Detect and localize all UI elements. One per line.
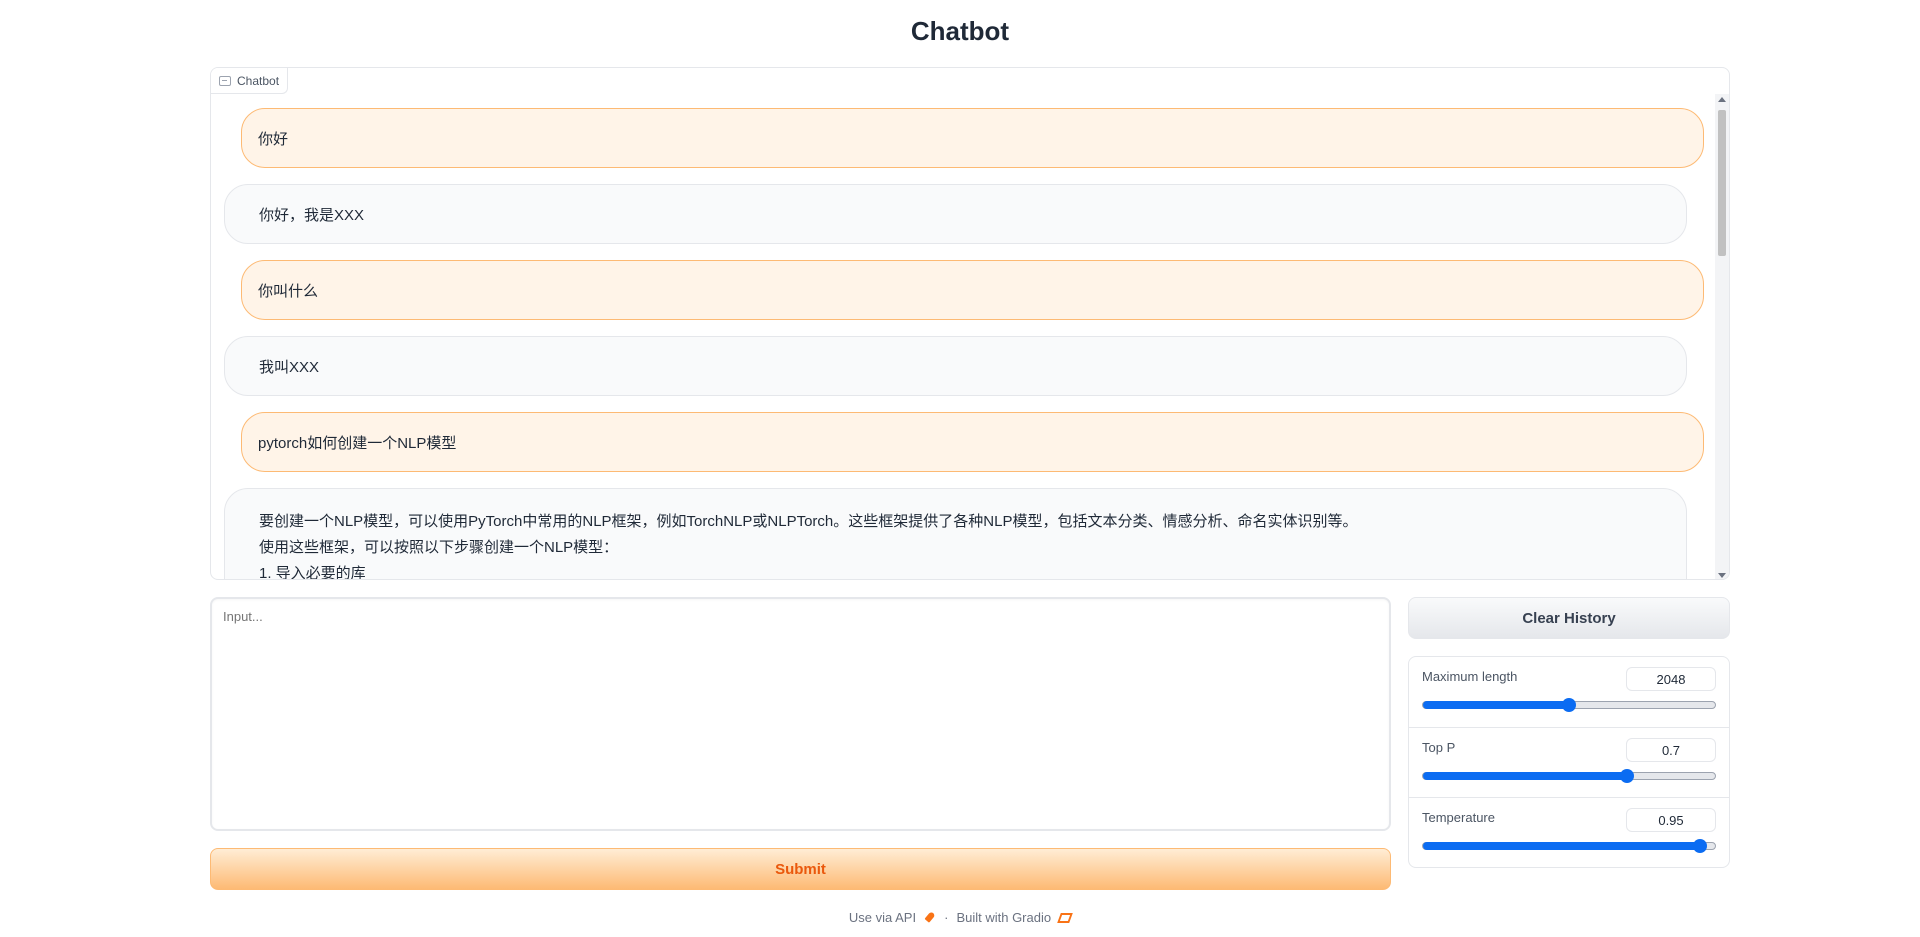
chat-icon [219,75,231,86]
built-with-gradio-link[interactable]: Built with Gradio [956,910,1051,925]
page-title: Chatbot [910,16,1010,46]
submit-button[interactable]: Submit [210,848,1391,890]
slider-thumb[interactable] [1693,839,1708,853]
footer: Use via API · Built with Gradio [0,910,1920,925]
bot-message-line: 使用这些框架，可以按照以下步骤创建一个NLP模型： [259,539,619,556]
chat-messages[interactable]: 你好 你好，我是XXX 你叫什么 我叫XXX pytorch如何创建一个NLP模… [211,94,1711,580]
chatbot-panel: Chatbot 你好 你好，我是XXX 你叫什么 我叫XXX pytorch如何… [210,67,1730,580]
slider-fill [1423,842,1701,850]
max-length-setting: Maximum length 2048 [1409,657,1729,727]
max-length-slider[interactable] [1422,698,1716,712]
bot-message-line: 1. 导入必要的库 [259,565,366,580]
user-message: 你好 [241,108,1704,168]
scroll-down-icon[interactable] [1718,573,1726,578]
top-p-slider[interactable] [1422,769,1716,783]
scroll-thumb[interactable] [1718,110,1726,256]
slider-thumb[interactable] [1620,769,1635,783]
bot-message-text: 我叫XXX [259,358,320,376]
user-message: 你叫什么 [241,260,1704,320]
scroll-up-icon[interactable] [1718,97,1726,102]
temperature-slider[interactable] [1422,839,1716,853]
chatbot-tag-label: Chatbot [237,73,280,88]
user-message-text: 你好 [258,130,289,148]
max-length-label: Maximum length [1422,669,1518,684]
bot-message: 你好，我是XXX [224,184,1687,244]
gradio-logo-icon [1057,912,1073,923]
chat-scrollbar[interactable] [1715,94,1729,579]
top-p-label: Top P [1422,740,1456,755]
temperature-value[interactable]: 0.95 [1626,808,1716,832]
settings-panel: Maximum length 2048 Top P 0.7 Temperatur… [1408,656,1730,868]
use-api-link[interactable]: Use via API [849,910,916,925]
rocket-icon [924,912,936,924]
max-length-value[interactable]: 2048 [1626,667,1716,691]
bot-message-text: 你好，我是XXX [259,206,365,224]
footer-separator: · [944,910,949,925]
bot-message: 要创建一个NLP模型，可以使用PyTorch中常用的NLP框架，例如TorchN… [224,488,1687,580]
user-message: pytorch如何创建一个NLP模型 [241,412,1704,472]
temperature-setting: Temperature 0.95 [1409,797,1729,867]
top-p-value[interactable]: 0.7 [1626,738,1716,762]
slider-fill [1423,772,1628,780]
temperature-label: Temperature [1422,810,1495,825]
slider-fill [1423,701,1569,709]
top-p-setting: Top P 0.7 [1409,727,1729,797]
user-message-text: 你叫什么 [258,282,319,300]
chatbot-tag: Chatbot [211,68,289,94]
user-message-text: pytorch如何创建一个NLP模型 [258,434,457,452]
clear-history-button[interactable]: Clear History [1408,597,1730,639]
slider-thumb[interactable] [1562,698,1576,712]
bot-message: 我叫XXX [224,336,1687,396]
bot-message-line: 要创建一个NLP模型，可以使用PyTorch中常用的NLP框架，例如TorchN… [259,513,1358,530]
message-input[interactable] [210,597,1391,831]
